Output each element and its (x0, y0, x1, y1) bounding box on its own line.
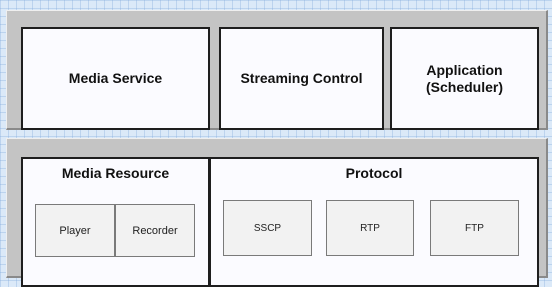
media-resource-box: Media Resource Player Recorder (21, 157, 210, 287)
protocol-title: Protocol (345, 165, 403, 181)
media-resource-title: Media Resource (61, 165, 170, 181)
top-layer-panel: Media Service Streaming Control Applicat… (6, 10, 548, 130)
streaming-control-label: Streaming Control (240, 70, 363, 86)
application-scheduler-label: Application (Scheduler) (425, 61, 503, 95)
sscp-component: SSCP (223, 200, 312, 256)
sscp-label: SSCP (253, 222, 282, 234)
player-component: Player (35, 204, 115, 257)
rtp-component: RTP (326, 200, 414, 256)
recorder-component: Recorder (115, 204, 195, 257)
rtp-label: RTP (360, 222, 380, 234)
recorder-label: Recorder (132, 224, 178, 237)
player-label: Player (59, 224, 91, 237)
media-service-label: Media Service (68, 70, 163, 86)
application-scheduler-box: Application (Scheduler) (390, 27, 539, 130)
streaming-control-box: Streaming Control (219, 27, 384, 130)
protocol-box: Protocol SSCP RTP FTP (209, 157, 539, 287)
ftp-component: FTP (430, 200, 519, 256)
ftp-label: FTP (465, 222, 484, 234)
media-service-box: Media Service (21, 27, 210, 130)
bottom-layer-panel: Media Resource Player Recorder Protocol … (6, 138, 548, 287)
